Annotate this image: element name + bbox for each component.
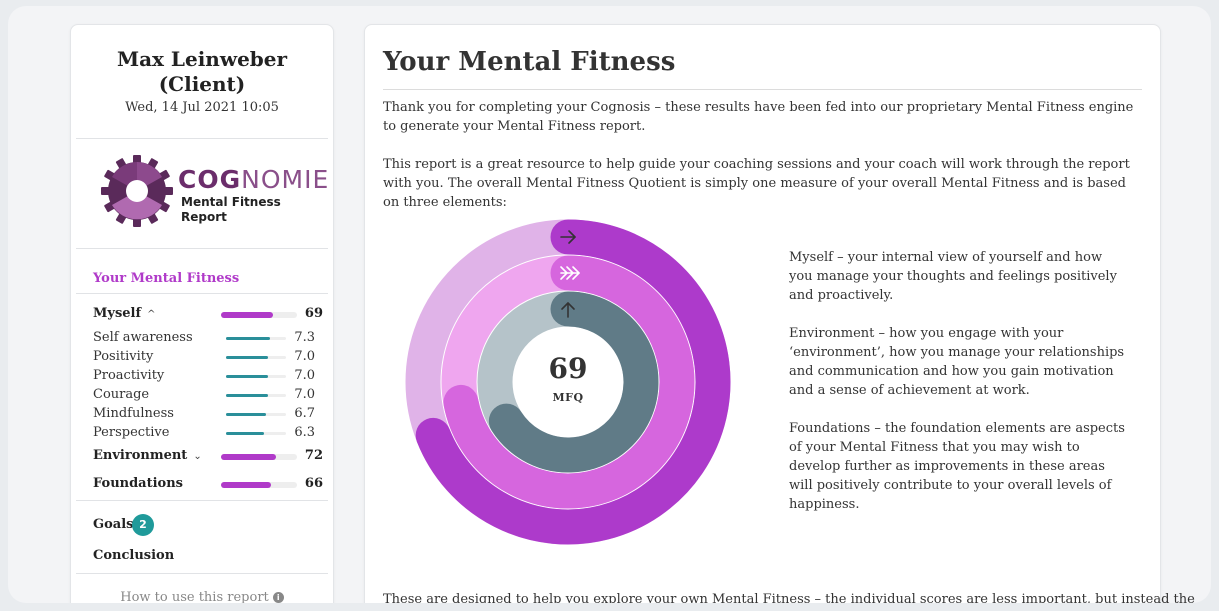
- nav-goals[interactable]: Goals: [93, 517, 133, 532]
- nav-conclusion[interactable]: Conclusion: [93, 548, 174, 563]
- subscore-value: 6.7: [294, 406, 315, 421]
- divider: [383, 89, 1142, 90]
- gear-logo-icon: [101, 155, 173, 227]
- myself-subscore-row: Perspective 6.3: [93, 425, 315, 443]
- score-bar: [221, 312, 297, 318]
- divider: [76, 138, 328, 139]
- element-myself-text: Myself – your internal view of yourself …: [789, 250, 1117, 303]
- subscore-bar: [226, 432, 286, 435]
- intro-paragraph: Thank you for completing your Cognosis –…: [383, 100, 1134, 134]
- element-foundations-text: Foundations – the foundation elements ar…: [789, 421, 1125, 512]
- subscore-bar: [226, 394, 286, 397]
- score-bar: [221, 482, 297, 488]
- nav-your-mental-fitness[interactable]: Your Mental Fitness: [93, 271, 239, 286]
- info-icon: i: [272, 592, 284, 603]
- myself-subscore-row: Courage 7.0: [93, 387, 315, 405]
- how-to-use-link[interactable]: How to use this report i: [71, 590, 333, 603]
- subscore-value: 7.0: [294, 387, 315, 402]
- chevron-down-icon[interactable]: ⌄: [193, 451, 201, 462]
- myself-subscore-row: Proactivity 7.0: [93, 368, 315, 386]
- section-environment[interactable]: Environment ⌄ 72: [93, 448, 323, 466]
- section-myself[interactable]: Myself ^ 69: [93, 306, 323, 324]
- app-frame: Max Leinweber (Client) Wed, 14 Jul 2021 …: [8, 6, 1211, 603]
- myself-subscore-row: Self awareness 7.3: [93, 330, 315, 348]
- myself-subscore-row: Mindfulness 6.7: [93, 406, 315, 424]
- subscore-bar: [226, 413, 286, 416]
- goals-count-badge: 2: [132, 514, 154, 536]
- footer-paragraph: These are designed to help you explore y…: [383, 592, 1195, 603]
- subscore-bar: [226, 337, 286, 340]
- subscore-bar: [226, 356, 286, 359]
- section-label: Foundations: [93, 476, 183, 491]
- logo-subtitle: Mental Fitness Report: [181, 195, 281, 224]
- subscore-label: Self awareness: [93, 330, 193, 345]
- divider: [76, 500, 328, 501]
- element-environment-text: Environment – how you engage with your ‘…: [789, 326, 1125, 398]
- mfq-score: 69: [548, 352, 588, 385]
- subscore-value: 7.0: [294, 349, 315, 364]
- subscore-label: Courage: [93, 387, 150, 402]
- chevron-up-icon[interactable]: ^: [147, 309, 155, 320]
- subscore-value: 7.3: [294, 330, 315, 345]
- section-score: 66: [304, 476, 323, 491]
- divider: [76, 248, 328, 249]
- divider: [76, 573, 328, 574]
- client-name: Max Leinweber (Client): [116, 47, 288, 96]
- subscore-value: 6.3: [294, 425, 315, 440]
- subscore-value: 7.0: [294, 368, 315, 383]
- subscore-label: Proactivity: [93, 368, 165, 383]
- myself-subscore-row: Positivity 7.0: [93, 349, 315, 367]
- score-bar: [221, 454, 297, 460]
- cognomie-logo: COGNOMIE Mental Fitness Report: [101, 155, 328, 229]
- mfq-label: MFQ: [552, 391, 584, 404]
- section-score: 69: [304, 306, 323, 321]
- overview-paragraph: This report is a great resource to help …: [383, 157, 1130, 210]
- section-label: Environment ⌄: [93, 448, 202, 463]
- main-panel: Your Mental Fitness Thank you for comple…: [364, 24, 1195, 603]
- section-score: 72: [304, 448, 323, 463]
- subscore-label: Perspective: [93, 425, 170, 440]
- page-title: Your Mental Fitness: [383, 47, 676, 77]
- subscore-label: Mindfulness: [93, 406, 174, 421]
- subscore-label: Positivity: [93, 349, 154, 364]
- logo-wordmark: COGNOMIE: [178, 165, 330, 194]
- sidebar: Max Leinweber (Client) Wed, 14 Jul 2021 …: [70, 24, 334, 603]
- subscore-bar: [226, 375, 286, 378]
- section-foundations[interactable]: Foundations 66: [93, 476, 323, 494]
- divider: [76, 293, 328, 294]
- section-label: Myself ^: [93, 306, 156, 321]
- report-date: Wed, 14 Jul 2021 10:05: [125, 100, 279, 115]
